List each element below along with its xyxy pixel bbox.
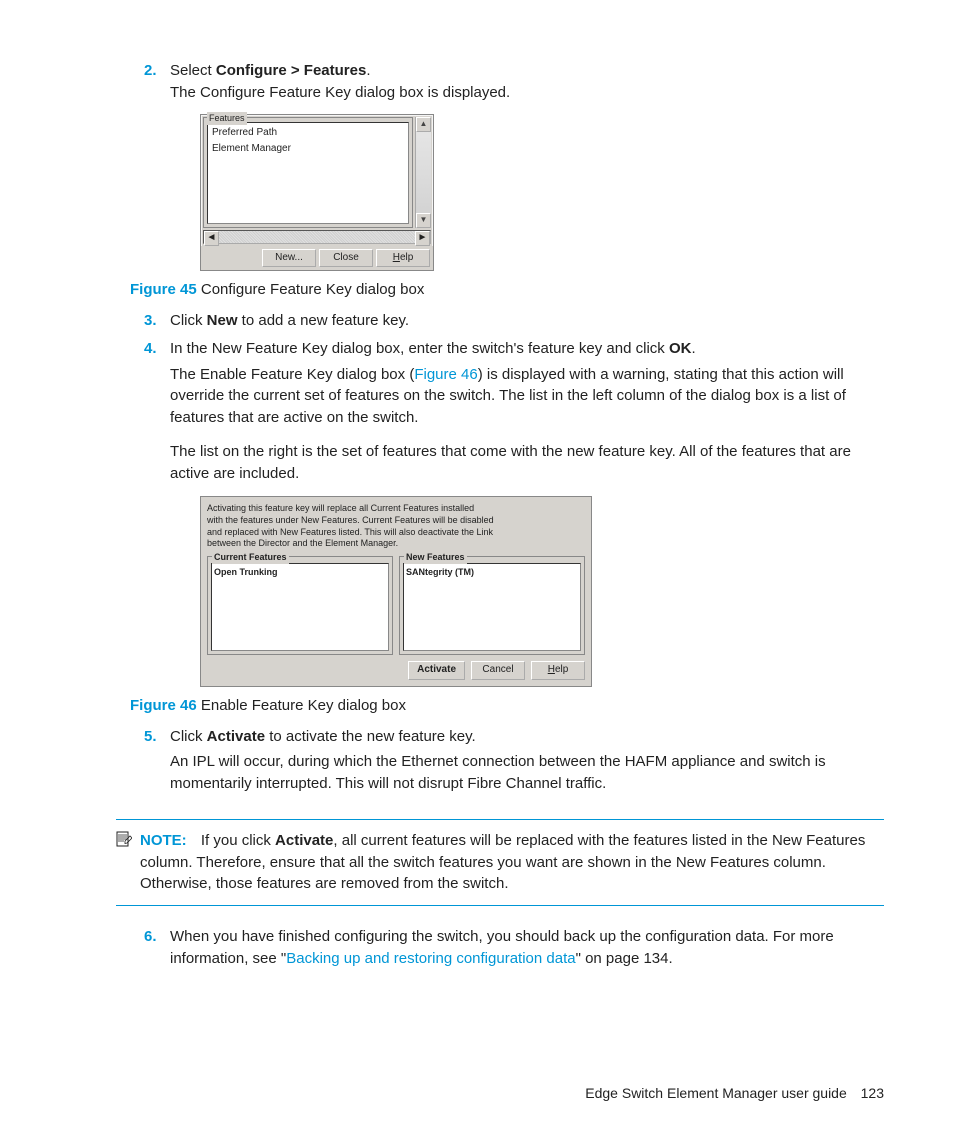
text: Select xyxy=(170,62,216,79)
bold-text: Activate xyxy=(275,832,333,849)
fieldset-legend: New Features xyxy=(404,551,467,564)
horizontal-scrollbar[interactable]: ◄ ► xyxy=(203,230,431,244)
note-block: NOTE: If you click Activate, all current… xyxy=(116,819,884,906)
scroll-down-icon[interactable]: ▼ xyxy=(416,213,431,228)
current-features-list[interactable]: Open Trunking xyxy=(211,563,389,651)
text: The Configure Feature Key dialog box is … xyxy=(170,84,510,101)
text: " on page 134. xyxy=(576,950,673,967)
list-item[interactable]: SANtegrity (TM) xyxy=(406,566,578,579)
text: The list on the right is the set of feat… xyxy=(170,441,884,485)
cancel-button[interactable]: Cancel xyxy=(471,661,525,680)
list-item[interactable]: Preferred Path xyxy=(210,125,406,142)
figure-45-caption: Figure 45 Configure Feature Key dialog b… xyxy=(130,281,884,298)
bold-text: Activate xyxy=(207,728,265,745)
figure-caption-text: Configure Feature Key dialog box xyxy=(197,281,425,298)
page-number: 123 xyxy=(861,1085,884,1101)
menu-path-bold: Configure > Features xyxy=(216,62,366,79)
current-features-fieldset: Current Features Open Trunking xyxy=(207,556,393,655)
activate-button[interactable]: Activate xyxy=(408,661,465,680)
text: to add a new feature key. xyxy=(238,312,410,329)
text: Click xyxy=(170,312,207,329)
enable-feature-key-dialog: Activating this feature key will replace… xyxy=(200,496,592,686)
step-3: 3. Click New to add a new feature key. xyxy=(130,310,884,332)
scroll-left-icon[interactable]: ◄ xyxy=(204,231,219,246)
help-button[interactable]: Help xyxy=(376,249,430,268)
features-fieldset: Features Preferred Path Element Manager xyxy=(203,117,413,228)
step-2: 2. Select Configure > Features. The Conf… xyxy=(130,60,884,271)
text: to activate the new feature key. xyxy=(265,728,476,745)
features-list[interactable]: Preferred Path Element Manager xyxy=(207,122,409,224)
footer-title: Edge Switch Element Manager user guide xyxy=(585,1085,846,1101)
close-button[interactable]: Close xyxy=(319,249,373,268)
step-number: 4. xyxy=(144,338,157,360)
backup-link[interactable]: Backing up and restoring configuration d… xyxy=(286,950,575,967)
scroll-right-icon[interactable]: ► xyxy=(415,231,430,246)
step-number: 3. xyxy=(144,310,157,332)
text: In the New Feature Key dialog box, enter… xyxy=(170,340,669,357)
step-number: 6. xyxy=(144,926,157,948)
configure-feature-key-dialog: Features Preferred Path Element Manager … xyxy=(200,114,434,272)
bold-text: OK xyxy=(669,340,692,357)
list-item[interactable]: Element Manager xyxy=(210,141,406,158)
figure-label: Figure 45 xyxy=(130,281,197,298)
figure-caption-text: Enable Feature Key dialog box xyxy=(197,697,406,714)
vertical-scrollbar[interactable]: ▲ ▼ xyxy=(415,117,431,228)
step-5: 5. Click Activate to activate the new fe… xyxy=(130,726,884,795)
text: An IPL will occur, during which the Ethe… xyxy=(170,751,884,795)
step-number: 2. xyxy=(144,60,157,82)
text: . xyxy=(366,62,370,79)
figure-label: Figure 46 xyxy=(130,697,197,714)
fieldset-legend: Current Features xyxy=(212,551,289,564)
figure-46-link[interactable]: Figure 46 xyxy=(414,366,477,383)
step-6: 6. When you have finished configuring th… xyxy=(130,926,884,970)
list-item[interactable]: Open Trunking xyxy=(214,566,386,579)
figure-46-caption: Figure 46 Enable Feature Key dialog box xyxy=(130,697,884,714)
warning-text: Activating this feature key will replace… xyxy=(207,503,585,550)
note-label: NOTE: xyxy=(140,832,187,849)
note-icon xyxy=(116,830,134,895)
step-number: 5. xyxy=(144,726,157,748)
text: . xyxy=(691,340,695,357)
new-button[interactable]: New... xyxy=(262,249,316,268)
page-footer: Edge Switch Element Manager user guide 1… xyxy=(585,1085,884,1101)
step-4: 4. In the New Feature Key dialog box, en… xyxy=(130,338,884,687)
text: If you click xyxy=(201,832,275,849)
scroll-up-icon[interactable]: ▲ xyxy=(416,117,431,132)
bold-text: New xyxy=(207,312,238,329)
new-features-list[interactable]: SANtegrity (TM) xyxy=(403,563,581,651)
text: The Enable Feature Key dialog box ( xyxy=(170,366,414,383)
new-features-fieldset: New Features SANtegrity (TM) xyxy=(399,556,585,655)
text: Click xyxy=(170,728,207,745)
fieldset-legend: Features xyxy=(207,112,247,125)
help-button[interactable]: Help xyxy=(531,661,585,680)
